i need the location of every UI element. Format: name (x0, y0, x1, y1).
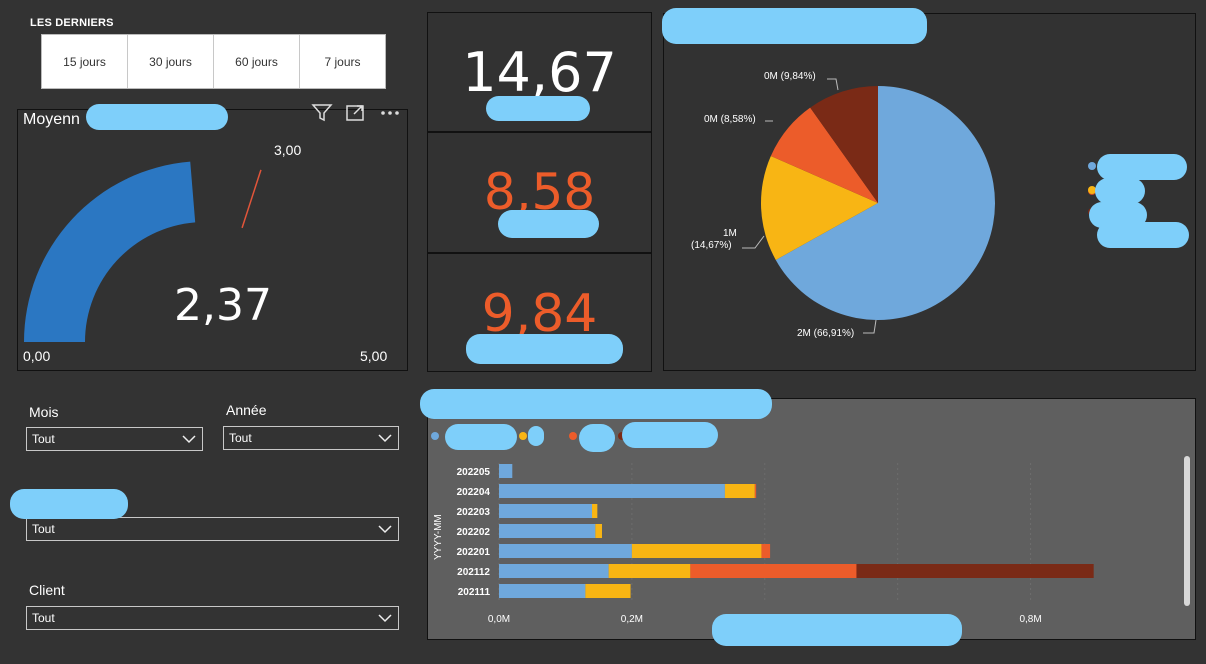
period-button-group: 15 jours 30 jours 60 jours 7 jours (41, 34, 386, 89)
redaction-scribble (86, 104, 228, 130)
bar-segment[interactable] (690, 564, 857, 578)
bar-segment[interactable] (856, 564, 1094, 578)
chevron-down-icon (182, 435, 196, 444)
chevron-down-icon (378, 434, 392, 443)
redaction-scribble (622, 422, 718, 448)
bar-segment[interactable] (724, 484, 755, 498)
x-tick-label: 0,0M (488, 614, 510, 625)
y-category-label: 202202 (457, 527, 491, 538)
redaction-scribble (662, 8, 927, 44)
redaction-scribble (10, 489, 128, 519)
redaction-scribble (1097, 222, 1189, 248)
legend-dot-blue (1088, 162, 1096, 170)
redaction-scribble (466, 334, 623, 364)
button-7-days[interactable]: 7 jours (300, 35, 385, 88)
gauge-chart (24, 161, 262, 342)
bar-segment[interactable] (608, 564, 691, 578)
dropdown-value: Tout (32, 432, 55, 446)
gauge-target-marker (241, 169, 262, 229)
y-category-label: 202205 (457, 467, 491, 478)
bar-segment[interactable] (754, 484, 757, 498)
legend-dot-orange (569, 432, 577, 440)
button-30-days[interactable]: 30 jours (128, 35, 214, 88)
gauge-fill-arc (24, 161, 196, 342)
y-category-label: 202203 (457, 507, 491, 518)
y-category-label: 202201 (457, 547, 491, 558)
slicer-dropdown-client[interactable]: Tout (26, 606, 399, 630)
bar-y-axis-title: YYYY-MM (433, 514, 444, 560)
bar-segment[interactable] (499, 484, 725, 498)
redaction-scribble (528, 426, 544, 446)
bar-segment[interactable] (499, 464, 513, 478)
redaction-scribble (1095, 178, 1145, 204)
slicer-dropdown-mois[interactable]: Tout (26, 427, 203, 451)
bar-segment[interactable] (499, 544, 632, 558)
slicer-dropdown-3[interactable]: Tout (26, 517, 399, 541)
gauge-target-label: 3,00 (274, 142, 302, 158)
redaction-scribble (1097, 154, 1187, 180)
slicer-label-mois: Mois (29, 404, 59, 420)
dropdown-value: Tout (32, 611, 55, 625)
gauge-value: 2,37 (174, 280, 272, 331)
bar-segment[interactable] (585, 584, 631, 598)
pie-label-yellow-2: (14,67%) (691, 240, 732, 251)
slicer-dropdown-annee[interactable]: Tout (223, 426, 399, 450)
redaction-scribble (712, 614, 962, 646)
redaction-scribble (486, 96, 590, 121)
redaction-scribble (420, 389, 772, 419)
bar-segment[interactable] (499, 504, 593, 518)
dropdown-value: Tout (32, 522, 55, 536)
pie-label-yellow-1: 1M (723, 228, 737, 239)
bar-segment[interactable] (631, 544, 762, 558)
pie-label-brown: 0M (9,84%) (764, 71, 816, 82)
slicer-label-annee: Année (226, 402, 267, 418)
scrollbar[interactable] (1184, 456, 1190, 606)
y-category-label: 202112 (457, 567, 490, 578)
pie-label-orange: 0M (8,58%) (704, 114, 756, 125)
redaction-scribble (445, 424, 517, 450)
redaction-scribble (579, 424, 615, 452)
button-15-days[interactable]: 15 jours (42, 35, 128, 88)
chevron-down-icon (378, 614, 392, 623)
y-category-label: 202111 (458, 587, 491, 598)
y-category-label: 202204 (457, 487, 491, 498)
gauge-max-label: 5,00 (360, 348, 388, 364)
bar-segment[interactable] (592, 504, 598, 518)
last-days-label: LES DERNIERS (30, 17, 114, 29)
chevron-down-icon (378, 525, 392, 534)
legend-dot-blue (431, 432, 439, 440)
gauge-min-label: 0,00 (23, 348, 51, 364)
slicer-label-client: Client (29, 582, 65, 598)
kpi-value-1: 14,67 (462, 41, 617, 104)
dropdown-value: Tout (229, 431, 252, 445)
bar-segment[interactable] (761, 544, 771, 558)
bar-segment[interactable] (499, 584, 586, 598)
bar-segment[interactable] (499, 524, 596, 538)
bar-segment[interactable] (499, 564, 609, 578)
bar-segment[interactable] (595, 524, 602, 538)
button-60-days[interactable]: 60 jours (214, 35, 300, 88)
legend-dot-yellow (519, 432, 527, 440)
x-tick-label: 0,8M (1019, 614, 1041, 625)
pie-label-blue: 2M (66,91%) (797, 328, 855, 339)
x-tick-label: 0,2M (621, 614, 643, 625)
redaction-scribble (498, 210, 599, 238)
